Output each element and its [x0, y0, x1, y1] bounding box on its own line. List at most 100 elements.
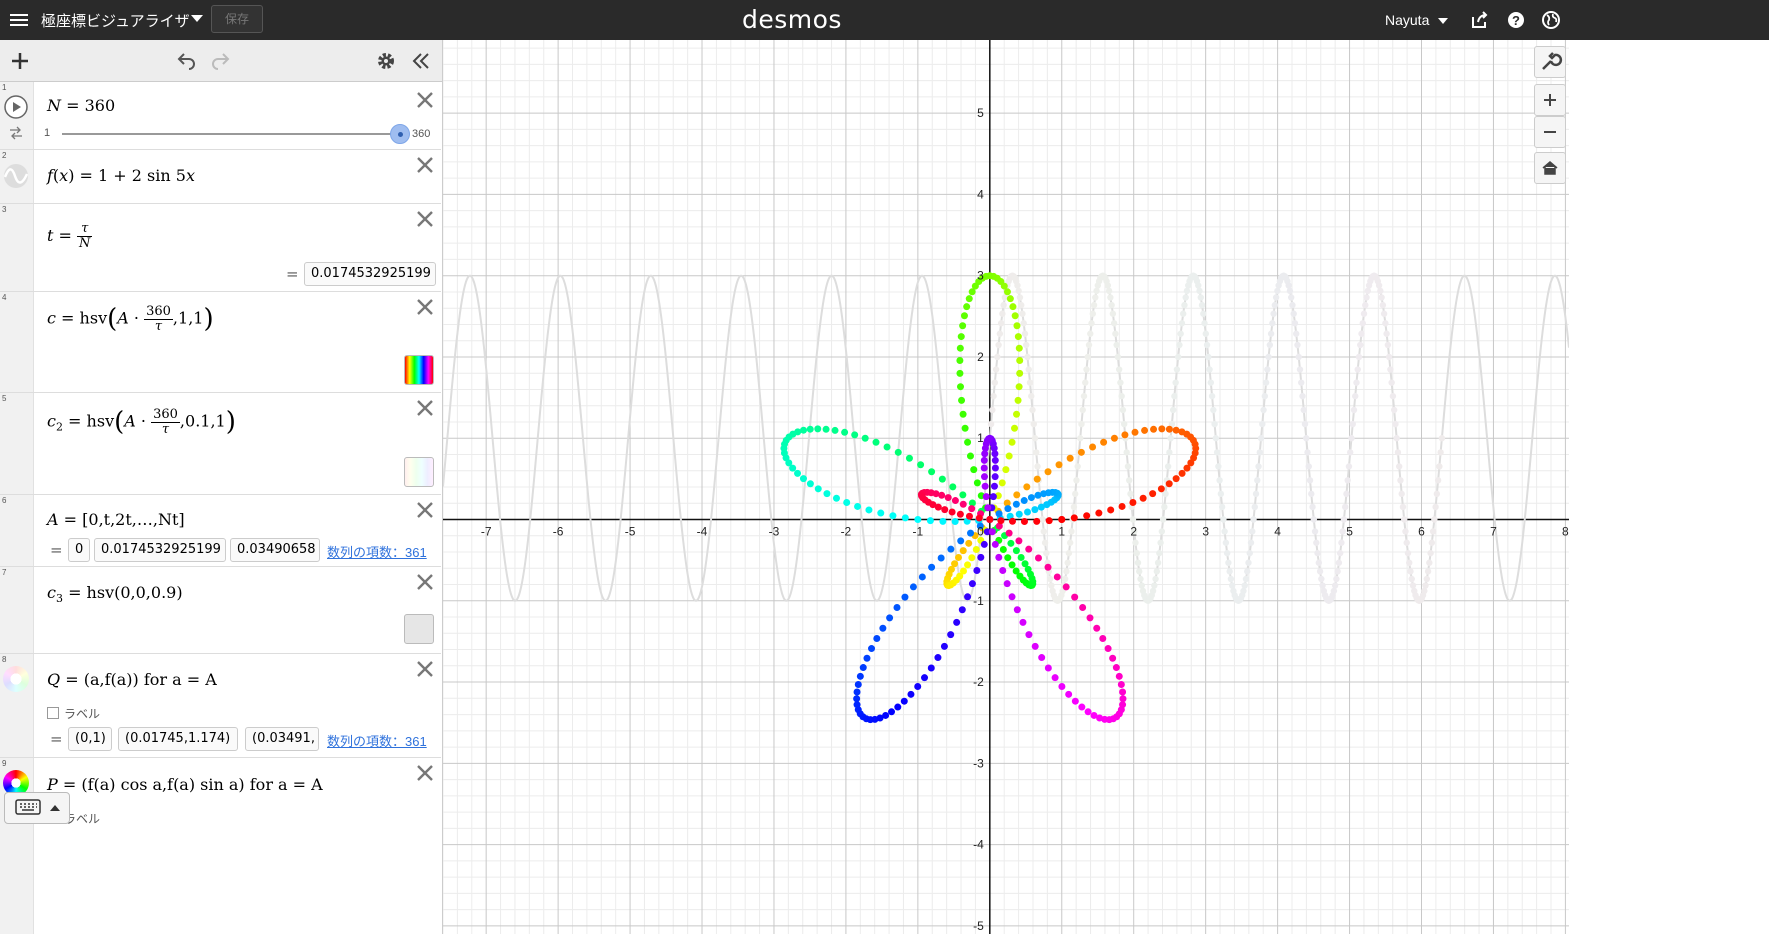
graph-title[interactable]: 極座標ビジュアライザ: [41, 10, 190, 31]
collapse-panel-icon[interactable]: [410, 50, 432, 72]
slider-track[interactable]: [62, 124, 410, 144]
point-q: [1206, 366, 1213, 373]
point-q: [1040, 528, 1048, 535]
expression-number: 6: [2, 496, 7, 505]
close-icon[interactable]: [415, 209, 435, 229]
close-icon[interactable]: [415, 90, 435, 110]
point-q: [1105, 287, 1113, 295]
point-p: [1131, 428, 1139, 436]
expression-5[interactable]: 5 c2 = hsv(A · 360 τ ,0.1,1): [0, 393, 441, 495]
point-q: [1046, 575, 1054, 583]
point-q: [1074, 463, 1081, 470]
point-q: [1024, 353, 1031, 361]
play-icon[interactable]: [3, 94, 29, 120]
expression-latex[interactable]: c3 = hsv(0,0,0.9): [47, 583, 183, 605]
close-icon[interactable]: [415, 763, 435, 783]
zoom-in-button[interactable]: [1534, 84, 1566, 116]
expression-2[interactable]: 2 f(x) = 1 + 2 sin 5x: [0, 150, 441, 204]
label-checkbox[interactable]: [47, 707, 59, 719]
x-tick-label: -7: [481, 525, 492, 539]
gear-icon[interactable]: [375, 50, 397, 72]
close-icon[interactable]: [415, 500, 435, 520]
expression-7[interactable]: 7 c3 = hsv(0,0,0.9): [0, 567, 441, 654]
expression-4[interactable]: 4 c = hsv(A · 360 τ ,1,1): [0, 292, 441, 393]
point-q: [1259, 420, 1266, 428]
expression-number: 2: [2, 151, 7, 160]
graph-canvas[interactable]: -7 -6 -5 -4 -3 -2 -1 1 2 3 4 5 6 7 8 5 4 3 2 1 -1 -2 -3 -4 -5 0: [443, 40, 1569, 934]
close-icon[interactable]: [415, 572, 435, 592]
save-button[interactable]: 保存: [211, 5, 263, 33]
expression-latex[interactable]: N = 360: [47, 96, 115, 115]
share-icon[interactable]: [1470, 10, 1490, 30]
default-viewport-button[interactable]: [1534, 152, 1566, 184]
expression-gutter: 5: [0, 393, 34, 494]
menu-icon[interactable]: [10, 11, 28, 29]
point-q: [1352, 392, 1359, 400]
point-q: [1077, 435, 1084, 442]
slider-handle[interactable]: [390, 124, 410, 144]
y-tick-label: 3: [977, 269, 984, 283]
point-p: [995, 510, 1003, 518]
user-dropdown-icon[interactable]: [1438, 18, 1448, 24]
point-p: [973, 567, 981, 575]
graph-paper[interactable]: -7 -6 -5 -4 -3 -2 -1 1 2 3 4 5 6 7 8 5 4 3 2 1 -1 -2 -3 -4 -5 0: [443, 40, 1569, 934]
keyboard-toggle-button[interactable]: [4, 792, 70, 824]
point-p: [1141, 426, 1149, 434]
color-swatch[interactable]: [404, 355, 434, 385]
point-p: [1045, 517, 1053, 525]
point-q: [1247, 539, 1255, 546]
point-q: [1311, 528, 1319, 535]
point-q: [1402, 528, 1409, 535]
point-q: [1375, 282, 1383, 289]
graph-settings-button[interactable]: [1534, 46, 1566, 78]
expression-latex[interactable]: P = (f(a) cos a,f(a) sin a) for a = A: [47, 775, 323, 794]
expression-latex[interactable]: c = hsv(A · 360 τ ,1,1): [47, 304, 214, 334]
point-q: [1082, 379, 1089, 386]
point-p: [894, 448, 902, 456]
curve-visibility-icon[interactable]: [3, 163, 29, 189]
zoom-out-button[interactable]: [1534, 116, 1566, 148]
redo-icon[interactable]: [210, 50, 232, 72]
point-q: [1120, 420, 1128, 428]
point-p: [1027, 494, 1035, 502]
expression-8[interactable]: 8 Q = (a,f(a)) for a = A ラベル = (0,1) (0.…: [0, 654, 441, 758]
point-p: [1013, 606, 1021, 614]
point-q: [999, 310, 1006, 317]
expression-latex[interactable]: Q = (a,f(a)) for a = A: [47, 670, 217, 689]
variable-name: c: [47, 411, 56, 431]
point-q: [1200, 310, 1207, 317]
loop-icon[interactable]: [8, 126, 24, 140]
title-dropdown-icon[interactable]: [191, 15, 203, 22]
point-p: [956, 510, 964, 518]
color-swatch[interactable]: [404, 457, 434, 487]
points-visibility-icon[interactable]: [3, 666, 29, 692]
add-expression-icon[interactable]: [9, 50, 31, 72]
expression-latex[interactable]: f(x) = 1 + 2 sin 5x: [47, 166, 195, 185]
help-icon[interactable]: ?: [1506, 10, 1526, 30]
expression-3[interactable]: 3 t = τN = 0.0174532925199: [0, 204, 441, 292]
expression-9[interactable]: 9 P = (f(a) cos a,f(a) sin a) for a = A …: [0, 758, 441, 934]
expression-6[interactable]: 6 A = [0,t,2t,…,Nt] = 0 0.0174532925199 …: [0, 495, 441, 567]
point-p: [989, 493, 997, 501]
expression-1[interactable]: 1 N = 360 1 360: [0, 82, 441, 150]
point-p: [1004, 554, 1012, 562]
close-icon[interactable]: [415, 659, 435, 679]
close-icon[interactable]: [415, 297, 435, 317]
expression-latex[interactable]: c2 = hsv(A · 360 τ ,0.1,1): [47, 407, 236, 437]
close-icon[interactable]: [415, 155, 435, 175]
close-icon[interactable]: [415, 398, 435, 418]
user-menu[interactable]: Nayuta: [1385, 12, 1429, 28]
point-q: [1407, 568, 1414, 575]
point-p: [1020, 497, 1028, 505]
point-q: [1387, 366, 1394, 373]
list-count-link[interactable]: 数列の項数：361: [327, 542, 427, 561]
color-swatch[interactable]: [404, 614, 434, 644]
expression-latex[interactable]: A = [0,t,2t,…,Nt]: [47, 510, 185, 529]
origin-label: 0: [977, 525, 984, 539]
point-p: [1077, 448, 1085, 456]
point-p: [914, 516, 922, 524]
globe-icon[interactable]: [1541, 10, 1561, 30]
undo-icon[interactable]: [175, 50, 197, 72]
list-count-link[interactable]: 数列の項数：361: [327, 731, 427, 750]
expression-latex[interactable]: t = τN: [47, 222, 93, 251]
